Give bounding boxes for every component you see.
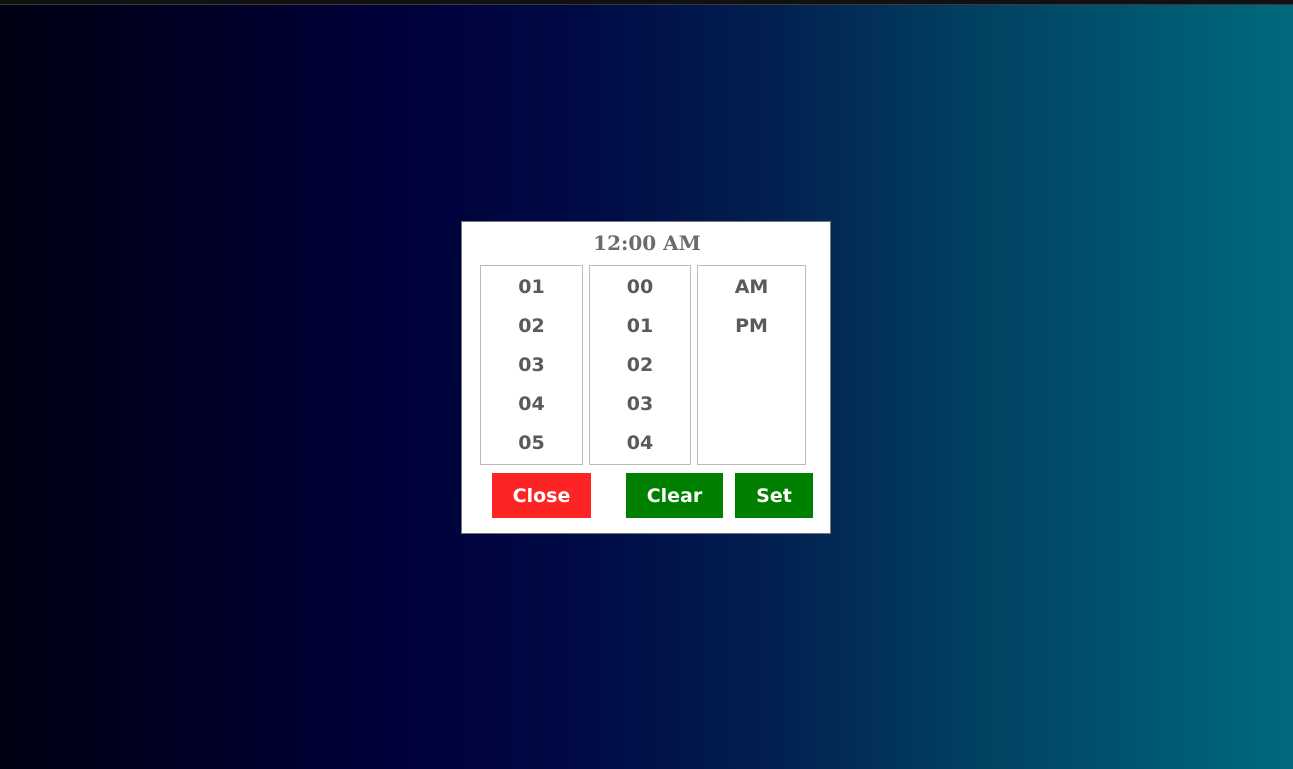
set-button[interactable]: Set	[735, 473, 813, 518]
time-picker-dialog: 12:00 AM 01 02 03 04 05 00 01 02 03 04 A…	[461, 221, 831, 534]
clear-button[interactable]: Clear	[626, 473, 723, 518]
minute-option[interactable]: 00	[590, 268, 690, 307]
period-option-am[interactable]: AM	[698, 268, 805, 307]
hour-column[interactable]: 01 02 03 04 05	[480, 265, 583, 465]
period-option-pm[interactable]: PM	[698, 307, 805, 346]
minute-column[interactable]: 00 01 02 03 04	[589, 265, 691, 465]
hour-option[interactable]: 01	[481, 268, 582, 307]
minute-option[interactable]: 01	[590, 307, 690, 346]
minute-option[interactable]: 03	[590, 385, 690, 424]
hour-option[interactable]: 04	[481, 385, 582, 424]
minute-option[interactable]: 04	[590, 424, 690, 463]
hour-option[interactable]: 02	[481, 307, 582, 346]
selected-time-display: 12:00 AM	[593, 231, 701, 255]
hour-option[interactable]: 03	[481, 346, 582, 385]
hour-option[interactable]: 05	[481, 424, 582, 463]
period-column[interactable]: AM PM	[697, 265, 806, 465]
close-button[interactable]: Close	[492, 473, 591, 518]
minute-option[interactable]: 02	[590, 346, 690, 385]
top-bar	[0, 0, 1293, 5]
